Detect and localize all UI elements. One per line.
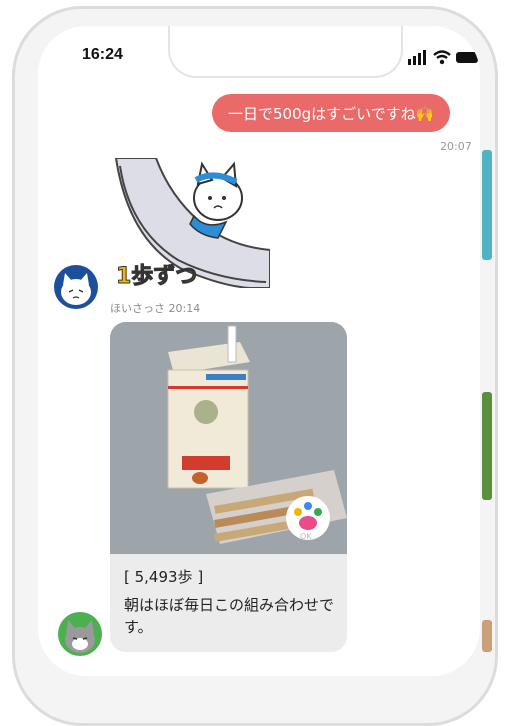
edge-strip-green (482, 392, 492, 500)
sticker-caption: 1歩ずつ (115, 264, 198, 290)
signal-icon (408, 50, 426, 65)
cat-avatar-icon (61, 273, 91, 305)
photo-message-card[interactable]: OK [ 5,493歩 ] 朝はほぼ毎日この組み合わせです。 (110, 322, 347, 652)
status-time: 16:24 (82, 46, 123, 63)
outgoing-timestamp: 20:07 (440, 140, 472, 153)
outgoing-message-bubble[interactable]: 一日で500gはすごいですね🙌 (212, 94, 451, 132)
outgoing-message-text: 一日で500gはすごいですね🙌 (228, 104, 435, 123)
gray-cat-avatar-icon (65, 620, 95, 653)
incoming-timestamp: 20:14 (168, 302, 201, 315)
battery-icon (456, 52, 480, 63)
wifi-icon (433, 50, 451, 65)
sender-avatar[interactable] (54, 265, 98, 309)
sender-avatar-2[interactable] (58, 612, 102, 656)
photo-image (110, 322, 347, 554)
status-icons (408, 50, 480, 65)
sender-name: ほいさっさ (110, 302, 165, 315)
phone-notch (168, 26, 403, 78)
sticker-message[interactable]: 1歩ずつ (110, 157, 271, 303)
step-count: [ 5,493歩 ] (124, 568, 204, 586)
incoming-sender-meta: ほいさっさ 20:14 (110, 300, 200, 316)
cat-character (189, 161, 243, 239)
edge-strip-teal (482, 150, 492, 260)
edge-strip-brown (482, 620, 492, 652)
photo-caption: 朝はほぼ毎日この組み合わせです。 (124, 596, 335, 636)
reaction-label: OK (300, 532, 312, 541)
